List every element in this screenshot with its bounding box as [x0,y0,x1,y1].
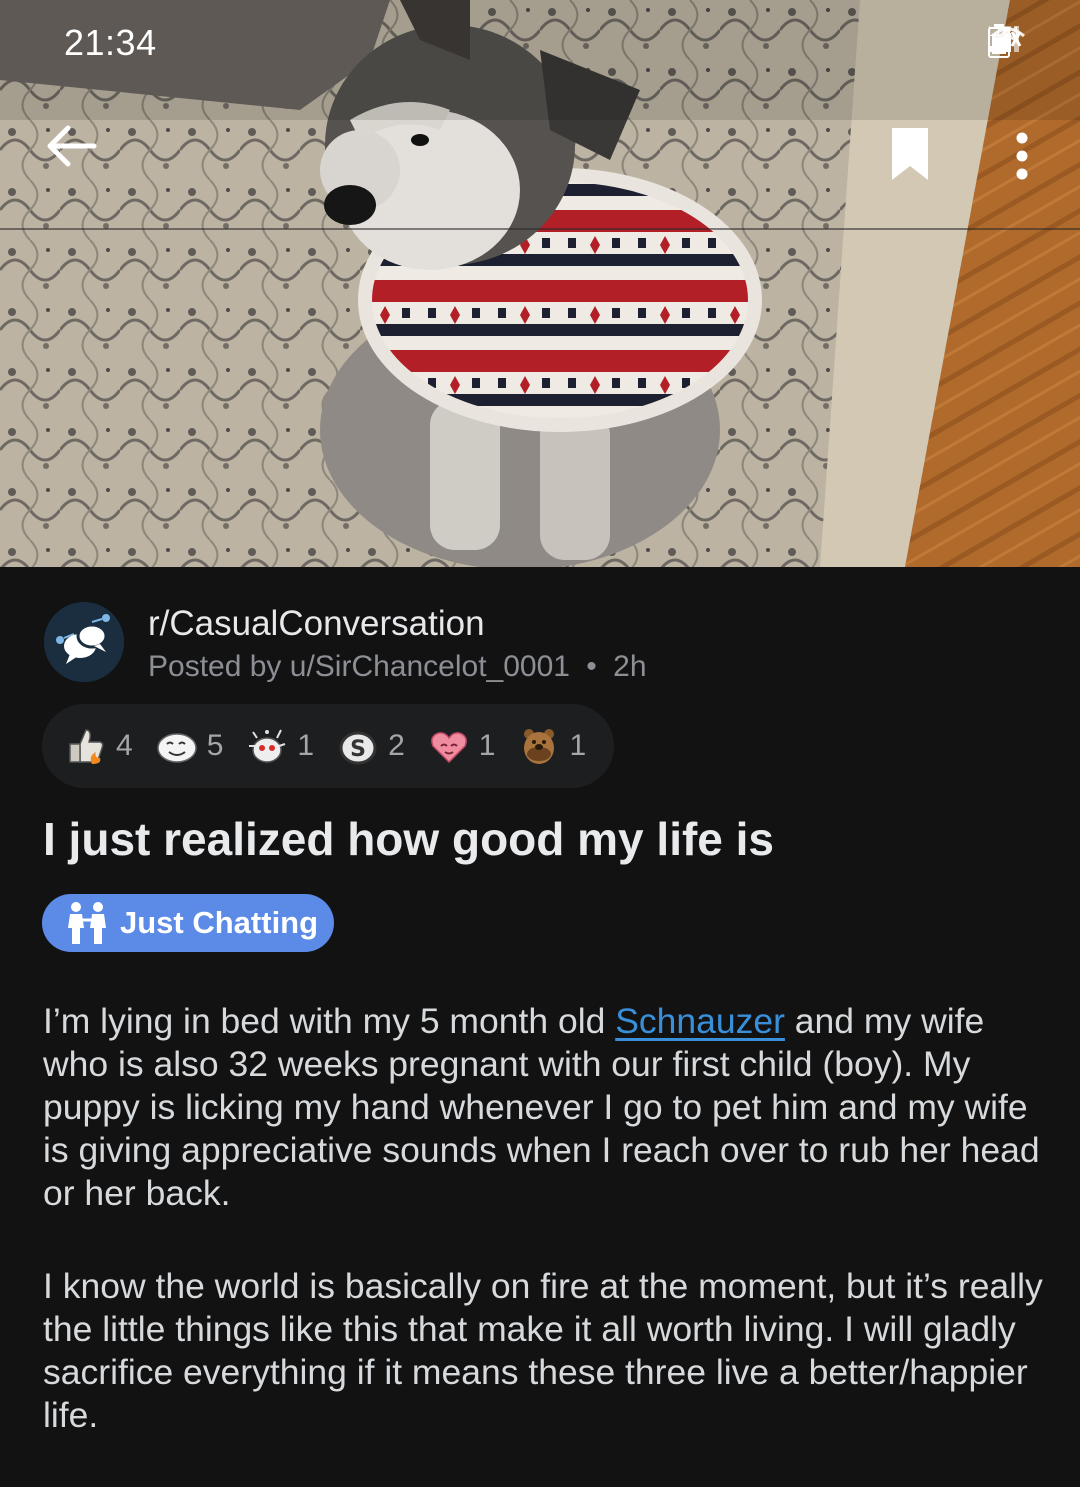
status-time: 21:34 [64,22,157,63]
post-header: r/CasualConversation Posted by u/SirChan… [44,598,1044,688]
subreddit-avatar[interactable] [44,602,124,682]
subreddit-name[interactable]: r/CasualConversation [148,604,485,644]
author-link[interactable]: Posted by u/SirChancelot_0001 [148,650,570,683]
chat-bubbles-icon [44,602,124,682]
status-icons: LTE1 [987,24,1025,58]
award-item[interactable]: 1 [245,724,314,768]
confetti-award-icon [249,729,286,763]
award-count: 1 [297,729,315,762]
arrow-left-icon [47,125,97,167]
post-meta: Posted by u/SirChancelot_0001 • 2h [148,650,647,684]
toolbar-divider [0,228,1080,230]
flair-label: Just Chatting [120,905,319,940]
award-count: 5 [206,729,224,762]
schnauzer-link[interactable]: Schnauzer [615,1001,785,1041]
svg-text:S: S [350,737,366,762]
more-vertical-icon [1016,132,1028,180]
battery-icon [987,24,1010,58]
award-item[interactable]: 1 [427,724,496,768]
back-button[interactable] [44,122,108,186]
two-people-icon [68,902,106,944]
award-item[interactable]: 4 [64,724,133,768]
award-count: 4 [116,729,133,762]
silver-coin-award-icon: S [339,731,377,765]
post-body: I’m lying in bed with my 5 month old Sch… [43,1000,1043,1487]
thumbs-up-fire-award-icon [69,729,104,764]
heart-eyes-award-icon [430,732,467,764]
post-image[interactable]: 21:34 LTE1 [0,0,1080,567]
body-text: I’m lying in bed with my 5 month old [43,1001,616,1041]
award-count: 2 [388,729,405,762]
body-paragraph-1: I’m lying in bed with my 5 month old Sch… [43,1000,1043,1215]
post-age: 2h [613,650,647,683]
more-options-button[interactable] [1000,126,1044,186]
award-item[interactable]: 5 [155,724,224,768]
award-count: 1 [569,729,587,762]
hugging-bear-award-icon [524,729,555,764]
bookmark-icon [892,128,928,180]
awards-bar[interactable]: 4 5 1 S 2 1 1 [42,704,614,788]
meta-separator: • [586,650,597,683]
post-flair[interactable]: Just Chatting [42,894,334,952]
save-button[interactable] [886,126,938,186]
post-title: I just realized how good my life is [43,813,775,865]
status-bar: 21:34 LTE1 [0,0,1080,90]
wholesome-face-award-icon [156,733,197,763]
award-item[interactable]: S 2 [336,724,405,768]
award-item[interactable]: 1 [517,724,586,768]
award-count: 1 [478,729,496,762]
body-paragraph-2: I know the world is basically on fire at… [43,1266,1043,1435]
